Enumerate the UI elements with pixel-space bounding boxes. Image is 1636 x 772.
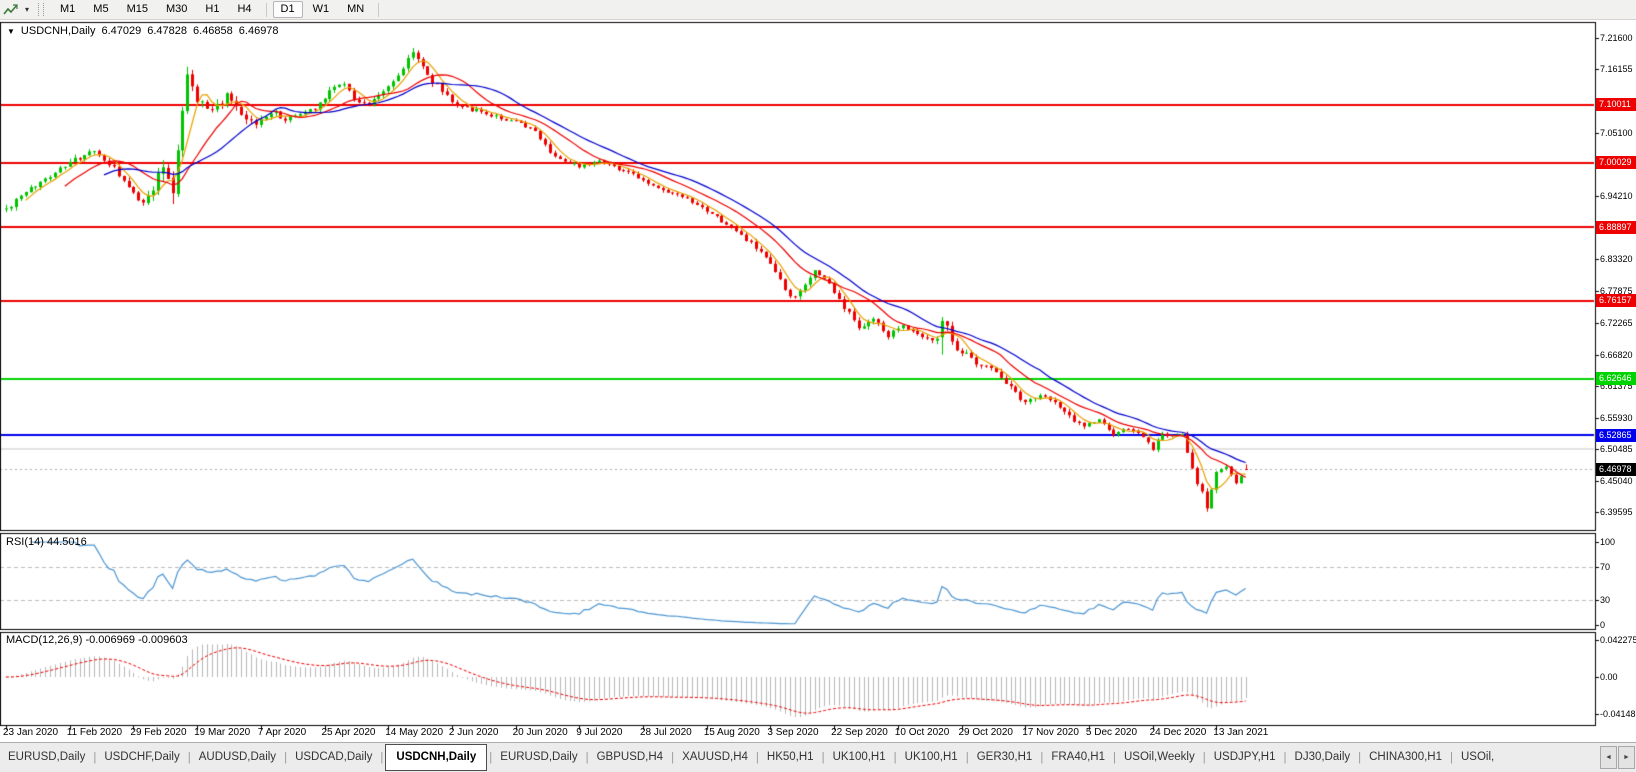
tab-hk50-h1[interactable]: HK50,H1 [759, 743, 822, 772]
timeframe-m30-button[interactable]: M30 [158, 1, 195, 18]
tab-eurusd-daily[interactable]: EURUSD,Daily [492, 743, 585, 772]
macd-axis-label: 0.042275 [1600, 635, 1636, 645]
chart-symbol-label: USDCNH,Daily [21, 25, 96, 37]
tab-ger30-h1[interactable]: GER30,H1 [969, 743, 1041, 772]
tab-china300-h1[interactable]: CHINA300,H1 [1361, 743, 1450, 772]
current-price-badge: 6.46978 [1596, 463, 1636, 476]
tab-xauusd-h4[interactable]: XAUUSD,H4 [674, 743, 756, 772]
price-axis-label: 6.66820 [1600, 350, 1633, 360]
chart-cursor-icon[interactable] [1, 2, 21, 17]
date-axis-label: 10 Oct 2020 [895, 727, 949, 738]
timeframe-d1-button[interactable]: D1 [273, 1, 303, 18]
date-axis-label: 25 Apr 2020 [322, 727, 376, 738]
date-axis-label: 9 Jul 2020 [576, 727, 622, 738]
rsi-axis-label: 30 [1600, 595, 1610, 605]
price-axis-label: 6.72265 [1600, 318, 1633, 328]
toolbar-separator [266, 3, 267, 17]
timeframe-m5-button[interactable]: M5 [85, 1, 116, 18]
price-axis-label: 6.39595 [1600, 507, 1633, 517]
rsi-axis-label: 70 [1600, 562, 1610, 572]
price-axis-label: 7.16155 [1600, 64, 1633, 74]
ohlc-open: 6.47029 [101, 25, 141, 37]
tab-separator: | [380, 752, 383, 764]
date-axis-label: 19 Mar 2020 [194, 727, 250, 738]
tab-uk100-h1[interactable]: UK100,H1 [897, 743, 966, 772]
timeframe-mn-button[interactable]: MN [339, 1, 372, 18]
tab-uk100-h1[interactable]: UK100,H1 [825, 743, 894, 772]
date-axis-label: 5 Dec 2020 [1086, 727, 1137, 738]
ohlc-high: 6.47828 [147, 25, 187, 37]
timeframe-toolbar: ▾ M1M5M15M30H1H4 D1W1MN [0, 0, 1636, 20]
tab-audusd-daily[interactable]: AUDUSD,Daily [191, 743, 284, 772]
date-axis-label: 7 Apr 2020 [258, 727, 306, 738]
price-level-badge: 6.52865 [1596, 429, 1636, 442]
tab-gbpusd-h4[interactable]: GBPUSD,H4 [589, 743, 671, 772]
date-axis-label: 3 Sep 2020 [767, 727, 818, 738]
timeframe-h1-button[interactable]: H1 [197, 1, 227, 18]
price-axis-label: 6.94210 [1600, 191, 1633, 201]
price-level-badge: 6.88897 [1596, 221, 1636, 234]
toolbar-grip[interactable] [38, 3, 44, 16]
tab-usoil-[interactable]: USOil, [1453, 743, 1502, 772]
ohlc-close: 6.46978 [239, 25, 279, 37]
date-axis-label: 23 Jan 2020 [3, 727, 58, 738]
tab-eurusd-daily[interactable]: EURUSD,Daily [0, 743, 93, 772]
date-axis-label: 28 Jul 2020 [640, 727, 692, 738]
chart-title: ▼ USDCNH,Daily 6.47029 6.47828 6.46858 6… [7, 25, 279, 37]
date-axis-label: 24 Dec 2020 [1150, 727, 1207, 738]
macd-axis-label: 0.00 [1600, 672, 1618, 682]
date-axis-label: 29 Oct 2020 [959, 727, 1013, 738]
price-level-badge: 7.10011 [1596, 98, 1636, 111]
timeframe-w1-button[interactable]: W1 [305, 1, 338, 18]
price-level-badge: 6.62646 [1596, 372, 1636, 385]
date-axis-label: 2 Jun 2020 [449, 727, 499, 738]
timeframe-buttons: M1M5M15M30H1H4 D1W1MN [51, 1, 384, 18]
price-axis-label: 6.50485 [1600, 444, 1633, 454]
date-axis-label: 14 May 2020 [385, 727, 443, 738]
timeframe-m15-button[interactable]: M15 [119, 1, 156, 18]
tab-usoil-weekly[interactable]: USOil,Weekly [1116, 743, 1203, 772]
rsi-axis-label: 0 [1600, 620, 1605, 630]
tab-usdcnh-daily[interactable]: USDCNH,Daily [385, 744, 487, 771]
tab-fra40-h1[interactable]: FRA40,H1 [1043, 743, 1113, 772]
ohlc-low: 6.46858 [193, 25, 233, 37]
chart-canvas[interactable] [0, 0, 1636, 742]
rsi-indicator-label: RSI(14) 44.5016 [6, 536, 87, 548]
date-axis-label: 17 Nov 2020 [1022, 727, 1079, 738]
chart-tabs: EURUSD,Daily|USDCHF,Daily|AUDUSD,Daily|U… [0, 743, 1636, 772]
date-axis-label: 22 Sep 2020 [831, 727, 888, 738]
tab-usdjpy-h1[interactable]: USDJPY,H1 [1206, 743, 1284, 772]
price-level-badge: 6.76157 [1596, 294, 1636, 307]
date-axis-label: 11 Feb 2020 [67, 727, 122, 738]
tabs-scroll-controls: ◄ ► [1600, 746, 1635, 769]
tabs-scroll-left-icon[interactable]: ◄ [1600, 746, 1617, 769]
chart-tabs-bar: EURUSD,Daily|USDCHF,Daily|AUDUSD,Daily|U… [0, 742, 1636, 772]
tabs-scroll-right-icon[interactable]: ► [1618, 746, 1635, 769]
date-axis-label: 13 Jan 2021 [1213, 727, 1268, 738]
collapse-triangle-icon[interactable]: ▼ [7, 27, 15, 36]
price-axis-label: 6.45040 [1600, 476, 1633, 486]
price-axis-label: 6.55930 [1600, 413, 1633, 423]
tab-usdchf-daily[interactable]: USDCHF,Daily [96, 743, 187, 772]
date-axis-label: 20 Jun 2020 [513, 727, 568, 738]
price-axis-label: 7.21600 [1600, 33, 1633, 43]
trading-platform-window: ▾ M1M5M15M30H1H4 D1W1MN ▼ USDCNH,Daily 6.… [0, 0, 1636, 772]
macd-axis-label: -0.04148 [1600, 709, 1636, 719]
rsi-axis-label: 100 [1600, 537, 1615, 547]
price-axis-label: 6.83320 [1600, 254, 1633, 264]
date-axis-label: 15 Aug 2020 [704, 727, 760, 738]
timeframe-m1-button[interactable]: M1 [52, 1, 83, 18]
tab-dj30-daily[interactable]: DJ30,Daily [1287, 743, 1359, 772]
macd-indicator-label: MACD(12,26,9) -0.006969 -0.009603 [6, 634, 188, 646]
chevron-down-icon[interactable]: ▾ [21, 5, 33, 14]
timeframe-h4-button[interactable]: H4 [229, 1, 259, 18]
price-level-badge: 7.00029 [1596, 156, 1636, 169]
toolbar-separator [378, 3, 379, 17]
tab-usdcad-daily[interactable]: USDCAD,Daily [287, 743, 380, 772]
price-axis-label: 7.05100 [1600, 128, 1633, 138]
date-axis-label: 29 Feb 2020 [130, 727, 186, 738]
